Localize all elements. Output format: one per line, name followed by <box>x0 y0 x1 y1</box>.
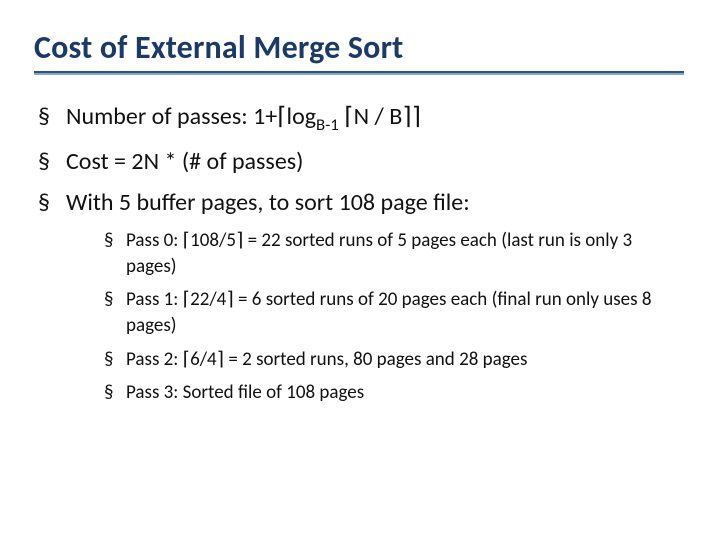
sub-bullet-pass0-text: Pass 0: ⌈108/5⌉ = 22 sorted runs of 5 pa… <box>126 229 632 278</box>
bullet-cost-text: Cost = 2N * (# of passes) <box>66 147 303 176</box>
sub-bullet-pass2: Pass 2: ⌈6/4⌉ = 2 sorted runs, 80 pages … <box>104 347 684 373</box>
sub-bullet-pass1: Pass 1: ⌈22/4⌉ = 6 sorted runs of 20 pag… <box>104 287 684 338</box>
sub-bullet-pass1-text: Pass 1: ⌈22/4⌉ = 6 sorted runs of 20 pag… <box>126 288 652 337</box>
slide: Cost of External Merge Sort Number of pa… <box>0 0 720 444</box>
page-title: Cost of External Merge Sort <box>34 28 692 67</box>
sub-bullet-pass0: Pass 0: ⌈108/5⌉ = 22 sorted runs of 5 pa… <box>104 228 684 279</box>
title-underline <box>34 71 684 75</box>
sub-bullet-pass2-text: Pass 2: ⌈6/4⌉ = 2 sorted runs, 80 pages … <box>126 348 527 371</box>
bullet-cost: Cost = 2N * (# of passes) <box>38 146 692 177</box>
bullet-passes-text1: Number of passes: 1+⌈log <box>66 102 316 131</box>
bullet-passes-text2: ⌈N / B⌉⌉ <box>339 102 421 131</box>
sub-bullet-list: Pass 0: ⌈108/5⌉ = 22 sorted runs of 5 pa… <box>66 228 692 406</box>
bullet-example: With 5 buffer pages, to sort 108 page fi… <box>38 187 692 406</box>
sub-bullet-pass3: Pass 3: Sorted file of 108 pages <box>104 380 684 406</box>
main-bullet-list: Number of passes: 1+⌈logB-1 ⌈N / B⌉⌉ Cos… <box>34 101 692 406</box>
bullet-passes-subscript: B-1 <box>316 114 339 135</box>
bullet-example-text: With 5 buffer pages, to sort 108 page fi… <box>66 188 470 217</box>
bullet-passes: Number of passes: 1+⌈logB-1 ⌈N / B⌉⌉ <box>38 101 692 136</box>
sub-bullet-pass3-text: Pass 3: Sorted file of 108 pages <box>126 381 364 404</box>
